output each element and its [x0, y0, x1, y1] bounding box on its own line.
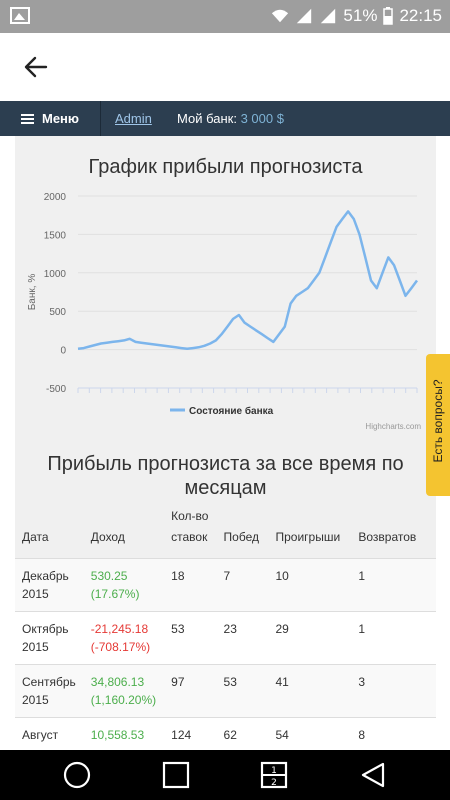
returns-cell: 8: [351, 717, 436, 750]
battery-percent: 51%: [343, 6, 378, 25]
menu-label: Меню: [41, 111, 79, 126]
svg-text:1: 1: [271, 766, 277, 776]
wins-cell: 23: [216, 611, 269, 665]
ask-questions-button[interactable]: Есть вопросы?: [426, 354, 450, 496]
losses-cell: 54: [268, 717, 352, 750]
hamburger-icon: [20, 113, 34, 124]
y-axis-title: Банк, %: [27, 274, 38, 311]
series-line-bank: [77, 210, 419, 351]
income-value: -21,245.18: [90, 622, 149, 636]
income-cell: 10,558.53: [83, 717, 165, 750]
date-cell: Сентябрь 2015: [15, 664, 84, 718]
date-cell: Декабрь 2015: [15, 558, 84, 612]
income-cell: -21,245.18 (-708.17%): [83, 611, 165, 665]
y-tick-label: 1000: [44, 269, 67, 280]
date-cell: Август: [15, 717, 84, 750]
income-cell: 530.25 (17.67%): [83, 558, 165, 612]
income-percent: (-708.17%): [90, 640, 151, 654]
table-row: Август 10,558.53 124 62 54 8: [15, 717, 436, 750]
table-row: Сентябрь 2015 34,806.13 (1,160.20%) 97 53 41 3: [15, 664, 436, 718]
back-triangle-icon[interactable]: [358, 760, 388, 790]
income-percent: (17.67%): [90, 587, 140, 601]
y-tick-label: 2000: [44, 192, 67, 203]
monthly-profit-table: Дата Доход Кол-во ставок Побед Проигрыши…: [15, 506, 436, 750]
y-tick-label: 500: [49, 307, 66, 318]
wifi-icon: [272, 9, 289, 23]
table-row: Декабрь 2015 530.25 (17.67%) 18 7 10 1: [15, 558, 436, 612]
table-header-row: Дата Доход Кол-во ставок Побед Проигрыши…: [15, 506, 436, 559]
wins-cell: 62: [216, 717, 269, 750]
losses-cell: 29: [268, 611, 352, 665]
bets-cell: 53: [164, 611, 217, 665]
gallery-icon: [10, 7, 30, 24]
bank-value: 3 000 $: [240, 111, 284, 126]
income-value: 530.25: [90, 569, 128, 583]
table-row: Октябрь 2015 -21,245.18 (-708.17%) 53 23 29 1: [15, 611, 436, 665]
income-cell: 34,806.13 (1,160.20%): [83, 664, 165, 718]
returns-cell: 1: [351, 611, 436, 665]
back-arrow-icon[interactable]: [22, 53, 50, 81]
admin-link[interactable]: Admin: [115, 111, 152, 126]
bets-cell: 124: [164, 717, 217, 750]
signal-icon: [297, 8, 312, 24]
col-income: Доход: [90, 530, 125, 544]
y-tick-label: -500: [46, 384, 66, 395]
income-value: 10,558.53: [90, 728, 145, 742]
status-bar: 51% 22:15: [0, 0, 450, 33]
menu-button[interactable]: Меню: [0, 101, 101, 136]
wins-cell: 7: [216, 558, 269, 612]
y-tick-label: 1500: [44, 230, 67, 241]
system-nav-bar: 12: [0, 750, 450, 800]
profit-chart: 2000 1500 1000 500 0 -500 Банк, % Состояние бан…: [27, 192, 421, 431]
bank-label: Мой банк:: [177, 111, 237, 126]
losses-cell: 10: [268, 558, 352, 612]
bets-cell: 18: [164, 558, 217, 612]
col-wins: Побед: [223, 530, 259, 544]
signal-2-icon: [321, 8, 336, 24]
app-bar: [0, 33, 450, 101]
returns-cell: 1: [351, 558, 436, 612]
battery-icon: [383, 7, 394, 25]
bank-info: Мой банк: 3 000 $: [177, 111, 284, 126]
returns-cell: 3: [351, 664, 436, 718]
col-returns: Возвратов: [358, 530, 417, 544]
col-bets: Кол-во ставок: [171, 509, 209, 544]
content-panel: График прибыли прогнозиста 2000 1500 1000 5…: [15, 136, 436, 750]
svg-text:2: 2: [271, 778, 277, 788]
site-navbar: Меню Admin Мой банк: 3 000 $: [0, 101, 450, 136]
col-date: Дата: [22, 530, 49, 544]
income-value: 34,806.13: [90, 675, 145, 689]
clock: 22:15: [399, 6, 442, 25]
losses-cell: 41: [268, 664, 352, 718]
recent-square-icon[interactable]: [161, 760, 191, 790]
income-percent: (1,160.20%): [90, 693, 157, 707]
legend-label: Состояние банка: [189, 405, 274, 417]
bets-cell: 97: [164, 664, 217, 718]
ask-questions-label: Есть вопросы?: [431, 379, 445, 463]
home-circle-icon[interactable]: [62, 760, 92, 790]
col-losses: Проигрыши: [275, 530, 341, 544]
chart-credits: Highcharts.com: [365, 422, 421, 431]
y-tick-label: 0: [60, 346, 66, 357]
dual-window-icon[interactable]: 12: [259, 760, 289, 790]
section-title: Прибыль прогнозиста за все время по меся…: [47, 453, 404, 499]
date-cell: Октябрь 2015: [15, 611, 84, 665]
wins-cell: 53: [216, 664, 269, 718]
